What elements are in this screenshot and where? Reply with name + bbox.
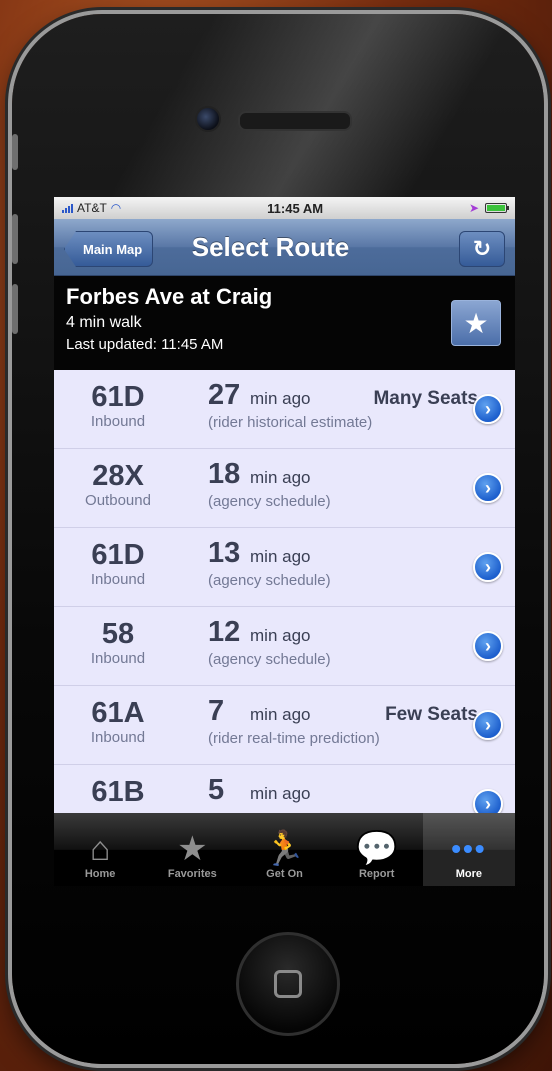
main-map-back-button[interactable]: Main Map [64, 231, 154, 267]
route-direction: Inbound [90, 413, 146, 430]
status-time: 11:45 AM [267, 200, 324, 216]
speech-bubble-icon: 💬 [355, 830, 398, 868]
minutes-value: 13 [208, 537, 241, 569]
home-square-icon [274, 970, 302, 998]
app-screen: AT&T ◠ 11:45 AM ➤ Main Map Select Route … [54, 197, 515, 886]
minutes-value: 7 [208, 695, 225, 727]
tab-label: Favorites [167, 868, 217, 880]
chevron-right-icon: › [485, 398, 491, 419]
seat-availability: Few Seats [385, 704, 478, 725]
earpiece-speaker [238, 111, 352, 131]
tab-label: Report [358, 868, 395, 880]
chevron-right-icon: › [485, 556, 491, 577]
minutes-label: min ago [250, 468, 311, 487]
route-number: 61B [91, 776, 145, 808]
minutes-label: min ago [250, 784, 311, 803]
tab-label: More [455, 868, 483, 880]
tab-more[interactable]: ••• More [422, 813, 515, 886]
tab-bar: ⌂ Home ★ Favorites 🏃 Get On 💬 Report •••… [54, 813, 515, 886]
detail-disclosure-button[interactable]: › [473, 552, 503, 582]
chevron-right-icon: › [485, 714, 491, 735]
minutes-label: min ago [250, 547, 311, 566]
mute-switch [12, 134, 18, 170]
estimate-source: (agency schedule) [208, 572, 331, 589]
navigation-bar: Main Map Select Route ↻ [54, 219, 515, 276]
minutes-label: min ago [250, 389, 311, 408]
running-person-icon: 🏃 [263, 830, 306, 868]
tab-label: Home [84, 868, 116, 880]
estimate-source: (rider historical estimate) [208, 414, 373, 431]
seat-availability: Many Seats [373, 388, 478, 409]
route-row[interactable]: 28X Outbound 18 min ago (agency schedule… [54, 449, 515, 528]
volume-down-button [12, 284, 18, 334]
estimate-source: (agency schedule) [208, 651, 331, 668]
route-row[interactable]: 58 Inbound 12 min ago (agency schedule) … [54, 607, 515, 686]
phone-frame: AT&T ◠ 11:45 AM ➤ Main Map Select Route … [12, 14, 544, 1064]
walk-time: 4 min walk [66, 314, 142, 331]
route-number: 58 [101, 618, 135, 650]
refresh-icon: ↻ [472, 236, 492, 261]
estimate-source: (agency schedule) [208, 493, 331, 510]
tab-label: Get On [266, 868, 303, 880]
detail-disclosure-button[interactable]: › [473, 631, 503, 661]
minutes-value: 5 [208, 774, 225, 806]
stop-name: Forbes Ave at Craig [66, 284, 273, 309]
detail-disclosure-button[interactable]: › [473, 394, 503, 424]
tab-get-on[interactable]: 🏃 Get On [238, 813, 330, 886]
route-number: 61D [91, 381, 145, 413]
minutes-value: 18 [208, 458, 241, 490]
star-icon: ★ [463, 307, 489, 339]
carrier-label: AT&T [77, 201, 107, 215]
detail-disclosure-button[interactable]: › [473, 710, 503, 740]
estimate-source: (rider real-time prediction) [208, 730, 380, 747]
favorite-button[interactable]: ★ [451, 300, 501, 346]
route-number: 28X [92, 460, 144, 492]
route-number: 61A [91, 697, 145, 729]
stop-header: Forbes Ave at Craig 4 min walk Last upda… [54, 276, 515, 370]
route-direction: Inbound [90, 650, 146, 667]
tab-report[interactable]: 💬 Report [331, 813, 423, 886]
route-direction: Inbound [90, 729, 146, 746]
wifi-icon: ◠ [110, 201, 122, 215]
more-dots-icon: ••• [451, 833, 487, 864]
last-updated: Last updated: 11:45 AM [66, 336, 224, 353]
location-arrow-icon: ➤ [468, 201, 479, 215]
route-row[interactable]: 61D Inbound 27 min ago Many Seats (rider… [54, 370, 515, 449]
minutes-label: min ago [250, 705, 311, 724]
battery-icon [485, 203, 509, 213]
minutes-value: 27 [208, 379, 241, 411]
route-list: 61D Inbound 27 min ago Many Seats (rider… [54, 370, 515, 844]
volume-up-button [12, 214, 18, 264]
route-row[interactable]: 61D Inbound 13 min ago (agency schedule)… [54, 528, 515, 607]
chevron-right-icon: › [485, 477, 491, 498]
front-camera [195, 106, 221, 132]
signal-bars-icon [62, 203, 73, 213]
chevron-right-icon: › [485, 793, 491, 814]
status-bar: AT&T ◠ 11:45 AM ➤ [54, 197, 515, 219]
route-row[interactable]: 61A Inbound 7 min ago Few Seats (rider r… [54, 686, 515, 765]
home-button[interactable] [236, 932, 340, 1036]
refresh-button[interactable]: ↻ [459, 231, 505, 267]
home-icon: ⌂ [89, 830, 111, 868]
route-direction: Inbound [90, 571, 146, 588]
star-icon: ★ [177, 830, 208, 868]
tab-favorites[interactable]: ★ Favorites [146, 813, 238, 886]
route-number: 61D [91, 539, 145, 571]
tab-home[interactable]: ⌂ Home [54, 813, 146, 886]
detail-disclosure-button[interactable]: › [473, 473, 503, 503]
route-direction: Outbound [85, 492, 151, 509]
chevron-right-icon: › [485, 635, 491, 656]
minutes-label: min ago [250, 626, 311, 645]
minutes-value: 12 [208, 616, 241, 648]
